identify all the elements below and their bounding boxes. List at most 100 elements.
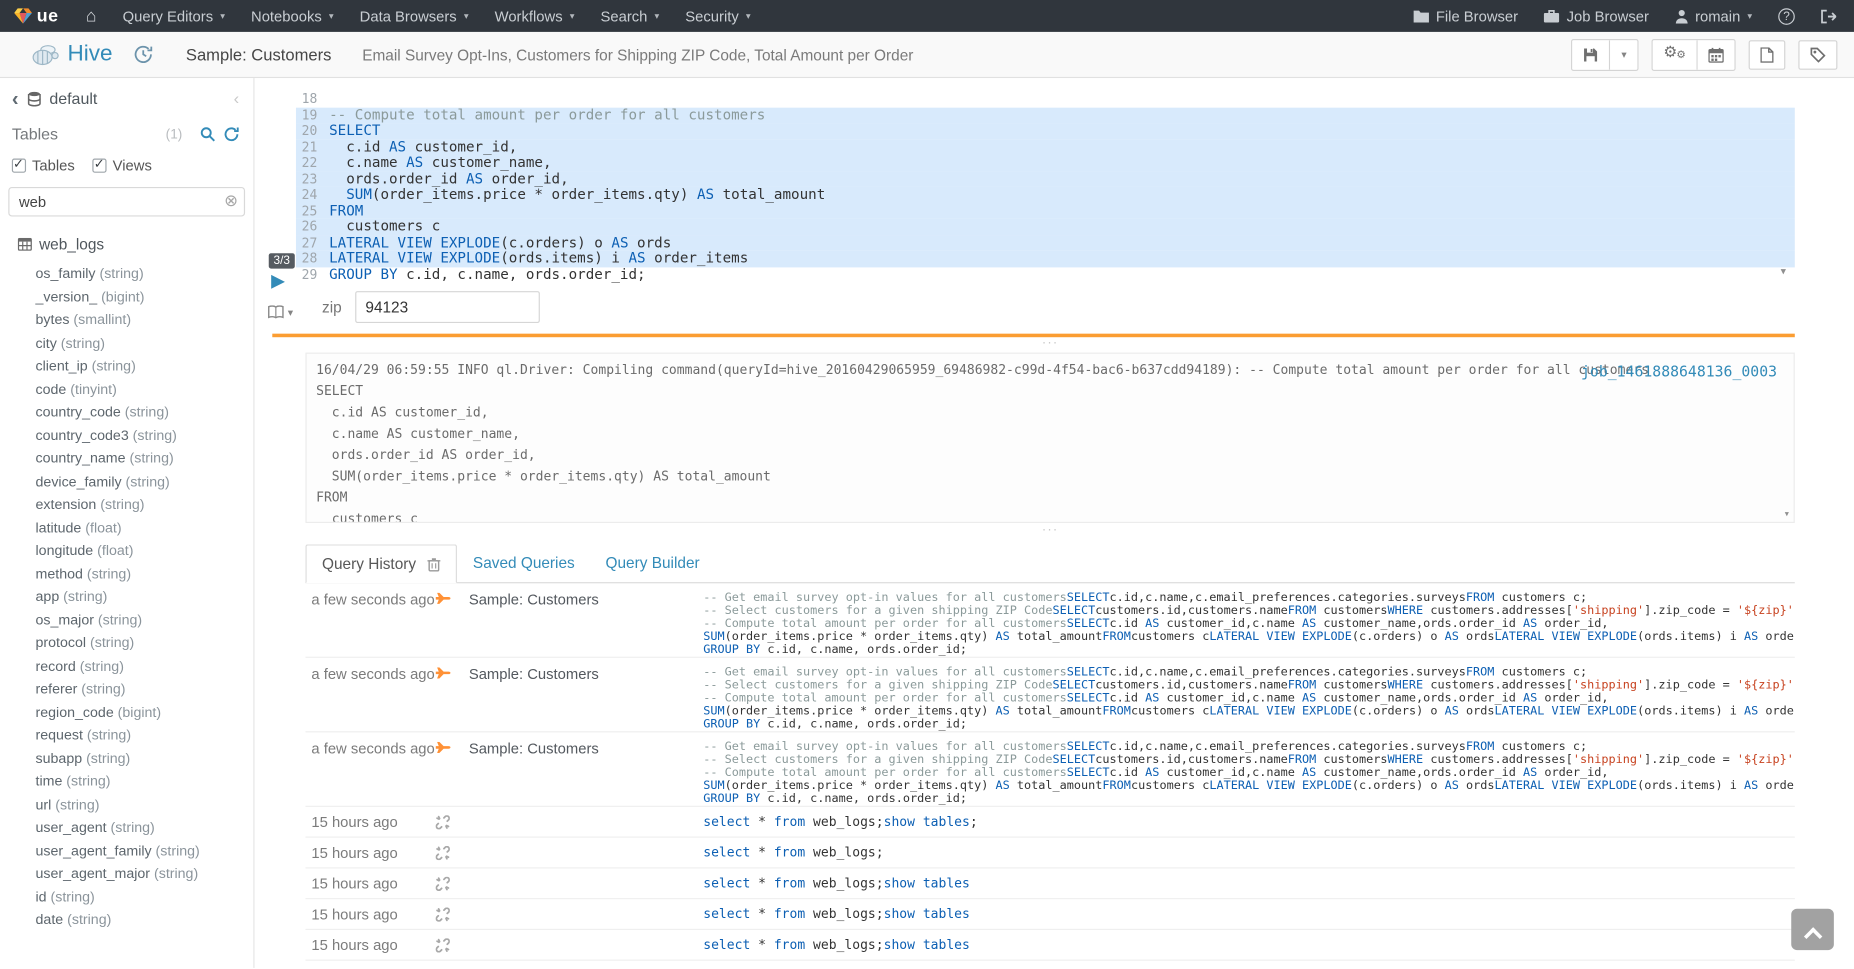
history-row[interactable]: 15 hours agoselect * from web_logs;: [305, 838, 1794, 869]
column-item[interactable]: referer (string): [0, 678, 253, 701]
table-search-input[interactable]: [8, 187, 245, 217]
nav-right: File Browser Job Browser romain ▾ ?: [1400, 0, 1854, 32]
tab-query-history[interactable]: Query History: [305, 544, 457, 583]
table-item-web-logs[interactable]: web_logs: [18, 235, 242, 253]
column-item[interactable]: country_name (string): [0, 447, 253, 470]
file-browser-button[interactable]: File Browser: [1400, 0, 1531, 32]
clear-search-icon[interactable]: ⊗: [224, 190, 238, 210]
nav-menu-security[interactable]: Security▾: [672, 0, 763, 32]
column-item[interactable]: time (string): [0, 770, 253, 793]
column-item[interactable]: code (tinyint): [0, 378, 253, 401]
scrollbar-down-icon[interactable]: ▾: [1781, 265, 1786, 278]
session-settings-button[interactable]: ⚙⚙: [1653, 40, 1698, 70]
column-item[interactable]: city (string): [0, 332, 253, 355]
column-item[interactable]: app (string): [0, 586, 253, 609]
column-item[interactable]: request (string): [0, 724, 253, 747]
history-row[interactable]: 15 hours agoselect * from web_logs;show …: [305, 868, 1794, 899]
nav-menu-search[interactable]: Search▾: [587, 0, 672, 32]
log-line: ords.order_id AS order_id,: [316, 445, 1784, 466]
sql-token: *: [750, 937, 774, 952]
database-name[interactable]: default: [49, 90, 97, 108]
app-switcher[interactable]: Hive: [31, 41, 113, 67]
schedule-button[interactable]: [1698, 40, 1735, 70]
user-menu[interactable]: romain ▾: [1662, 0, 1765, 32]
refresh-icon[interactable]: [224, 127, 239, 142]
nav-menu-label: Query Editors: [123, 8, 213, 25]
tab-query-builder[interactable]: Query Builder: [590, 543, 715, 582]
column-item[interactable]: region_code (bigint): [0, 701, 253, 724]
history-row[interactable]: 15 hours agoselect * from web_logs;show …: [305, 930, 1794, 961]
parameters-button[interactable]: [1798, 40, 1837, 70]
save-dropdown-button[interactable]: ▾: [1611, 40, 1638, 70]
column-item[interactable]: latitude (float): [0, 516, 253, 539]
sql-token: customer_name,: [423, 155, 551, 170]
job-link[interactable]: job_1461888648136_0003: [1581, 362, 1777, 380]
column-item[interactable]: user_agent_family (string): [0, 839, 253, 862]
scrollbar-down-icon[interactable]: ▾: [1784, 509, 1790, 521]
assist-docs-button[interactable]: ▾: [268, 305, 293, 319]
search-icon[interactable]: [200, 127, 215, 142]
chevron-down-icon: ▾: [746, 11, 751, 22]
column-item[interactable]: date (string): [0, 909, 253, 932]
column-item[interactable]: extension (string): [0, 493, 253, 516]
database-icon: [27, 91, 41, 106]
run-query-button[interactable]: ▶: [271, 272, 285, 290]
column-item[interactable]: os_major (string): [0, 609, 253, 632]
help-button[interactable]: ?: [1765, 0, 1808, 32]
column-item[interactable]: client_ip (string): [0, 355, 253, 378]
column-item[interactable]: url (string): [0, 793, 253, 816]
nav-menu-notebooks[interactable]: Notebooks▾: [238, 0, 347, 32]
resize-handle[interactable]: ···: [305, 340, 1794, 349]
sql-token: ords: [629, 235, 672, 250]
home-button[interactable]: ⌂: [73, 0, 110, 32]
history-row[interactable]: 15 hours agoselect * from web_logs;show …: [305, 899, 1794, 930]
nav-menu-query-editors[interactable]: Query Editors▾: [110, 0, 238, 32]
hue-logo[interactable]: ue: [0, 0, 73, 32]
column-item[interactable]: user_agent (string): [0, 816, 253, 839]
column-item[interactable]: id (string): [0, 886, 253, 909]
column-item[interactable]: protocol (string): [0, 632, 253, 655]
nav-menu-data-browsers[interactable]: Data Browsers▾: [347, 0, 482, 32]
column-type: (string): [152, 842, 200, 859]
tables-section-title: Tables: [12, 125, 58, 143]
column-item[interactable]: os_family (string): [0, 263, 253, 286]
column-item[interactable]: record (string): [0, 655, 253, 678]
chevron-down-icon: ▾: [329, 11, 334, 22]
history-row[interactable]: a few seconds agoSample: Customers-- Get…: [305, 732, 1794, 807]
variable-input[interactable]: [355, 291, 540, 323]
sql-editor[interactable]: 1819-- Compute total amount per order fo…: [296, 91, 1795, 283]
sql-token: customers.id,customers.name: [1095, 754, 1287, 767]
column-item[interactable]: subapp (string): [0, 747, 253, 770]
column-item[interactable]: device_family (string): [0, 470, 253, 493]
column-item[interactable]: longitude (float): [0, 540, 253, 563]
column-item[interactable]: method (string): [0, 563, 253, 586]
logout-button[interactable]: [1808, 0, 1849, 32]
tables-checkbox[interactable]: ✓: [12, 159, 26, 173]
new-query-button[interactable]: [1749, 40, 1786, 70]
collapse-panel-icon[interactable]: ‹: [234, 90, 240, 107]
query-history-button[interactable]: [134, 45, 153, 64]
history-row[interactable]: a few seconds agoSample: Customers-- Get…: [305, 658, 1794, 733]
tab-saved-queries[interactable]: Saved Queries: [458, 543, 591, 582]
history-row[interactable]: a few seconds agoSample: Customers-- Get…: [305, 583, 1794, 658]
column-item[interactable]: country_code (string): [0, 401, 253, 424]
trash-icon[interactable]: [428, 557, 441, 571]
resize-handle[interactable]: ···: [305, 527, 1794, 536]
column-type: (string): [86, 634, 134, 651]
column-item[interactable]: bytes (smallint): [0, 309, 253, 332]
nav-menu-workflows[interactable]: Workflows▾: [482, 0, 588, 32]
sql-token: web_logs;: [805, 906, 883, 921]
sql-token: WHERE: [1388, 605, 1424, 618]
job-browser-button[interactable]: Job Browser: [1531, 0, 1662, 32]
back-icon[interactable]: ‹: [12, 91, 19, 108]
column-item[interactable]: country_code3 (string): [0, 424, 253, 447]
save-button[interactable]: [1573, 40, 1611, 70]
views-checkbox[interactable]: ✓: [93, 159, 107, 173]
history-row[interactable]: 15 hours agoselect * from web_logs;show …: [305, 807, 1794, 838]
scroll-to-top-button[interactable]: [1791, 909, 1834, 950]
column-item[interactable]: _version_ (bigint): [0, 286, 253, 309]
column-item[interactable]: user_agent_major (string): [0, 863, 253, 886]
query-title[interactable]: Sample: Customers: [186, 45, 332, 64]
query-description[interactable]: Email Survey Opt-Ins, Customers for Ship…: [362, 46, 913, 64]
editor-line: 23 ords.order_id AS order_id,: [296, 171, 1795, 187]
